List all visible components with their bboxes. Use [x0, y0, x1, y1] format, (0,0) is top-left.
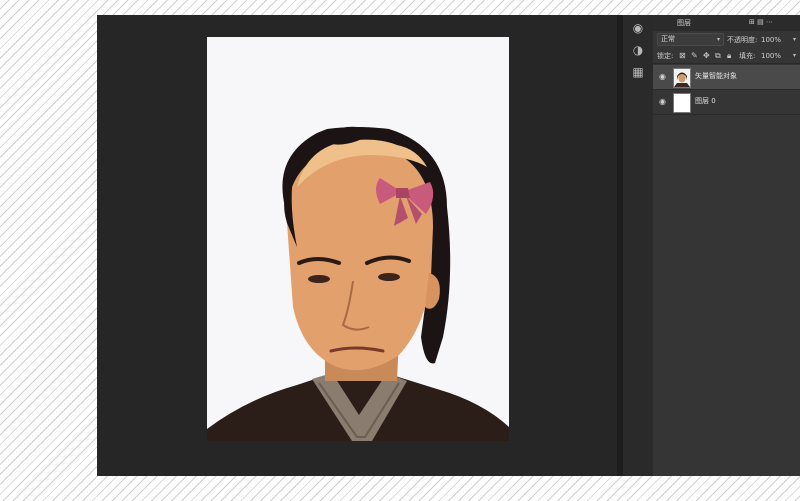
- brush-icon[interactable]: ✎: [691, 49, 698, 63]
- right-panel: ◉ ◑ ▦ 图层 ⊞ ▤ ⋯ 正常 ▾ 不透明度: 100% ▾ 锁定: ⊠ ✎…: [623, 15, 800, 476]
- lock-row: 锁定: ⊠ ✎ ✥ ⧉ 🔒︎ 填充: 100% ▾: [657, 49, 796, 63]
- lock-label: 锁定:: [657, 52, 674, 60]
- layer-name: 图层 0: [695, 97, 716, 105]
- tab-layers[interactable]: 图层: [677, 18, 691, 28]
- layer-row[interactable]: ◉ 图层 0: [653, 90, 800, 114]
- fill-value[interactable]: 100%: [761, 49, 781, 63]
- divider: [653, 63, 800, 64]
- eye-icon[interactable]: ◉: [659, 97, 669, 107]
- photoshop-window: ◉ ◑ ▦ 图层 ⊞ ▤ ⋯ 正常 ▾ 不透明度: 100% ▾ 锁定: ⊠ ✎…: [97, 15, 800, 476]
- divider: [653, 114, 800, 115]
- blend-mode-select[interactable]: 正常 ▾: [657, 33, 724, 46]
- fill-label: 填充:: [739, 52, 756, 60]
- layer-row[interactable]: ◉ 矢量智能对象: [653, 65, 800, 89]
- layers-panel: 图层 ⊞ ▤ ⋯ 正常 ▾ 不透明度: 100% ▾ 锁定: ⊠ ✎ ✥ ⧉ 🔒…: [653, 15, 800, 476]
- grid-icon[interactable]: ▦: [631, 65, 645, 79]
- layers-tabs: 图层 ⊞ ▤ ⋯: [653, 15, 800, 31]
- panel-icon-strip: ◉ ◑ ▦: [623, 15, 654, 476]
- layer-thumbnail-portrait: [673, 68, 691, 88]
- blend-mode-value: 正常: [661, 35, 675, 43]
- palette-icon[interactable]: ◉: [631, 21, 645, 35]
- chevron-down-icon: ▾: [716, 36, 720, 43]
- portrait-image: [207, 37, 509, 441]
- lock-icon[interactable]: 🔒︎: [727, 49, 731, 63]
- lock-transparent-icon[interactable]: ⊠: [679, 49, 686, 63]
- layer-name: 矢量智能对象: [695, 72, 737, 80]
- adjust-icon[interactable]: ◑: [631, 43, 645, 57]
- opacity-label: 不透明度:: [727, 36, 758, 44]
- layer-thumbnail-white: [673, 93, 691, 113]
- canvas-area[interactable]: [97, 15, 617, 476]
- chevron-down-icon[interactable]: ▾: [793, 33, 796, 47]
- eye-icon[interactable]: ◉: [659, 72, 669, 82]
- chevron-down-icon[interactable]: ▾: [793, 49, 796, 63]
- artboard-icon[interactable]: ⧉: [715, 49, 721, 63]
- blend-row: 正常 ▾ 不透明度: 100% ▾: [657, 33, 796, 47]
- opacity-value[interactable]: 100%: [761, 33, 781, 47]
- document-canvas[interactable]: [207, 37, 509, 441]
- tab-icons[interactable]: ⊞ ▤ ⋯: [749, 18, 773, 26]
- move-icon[interactable]: ✥: [703, 49, 710, 63]
